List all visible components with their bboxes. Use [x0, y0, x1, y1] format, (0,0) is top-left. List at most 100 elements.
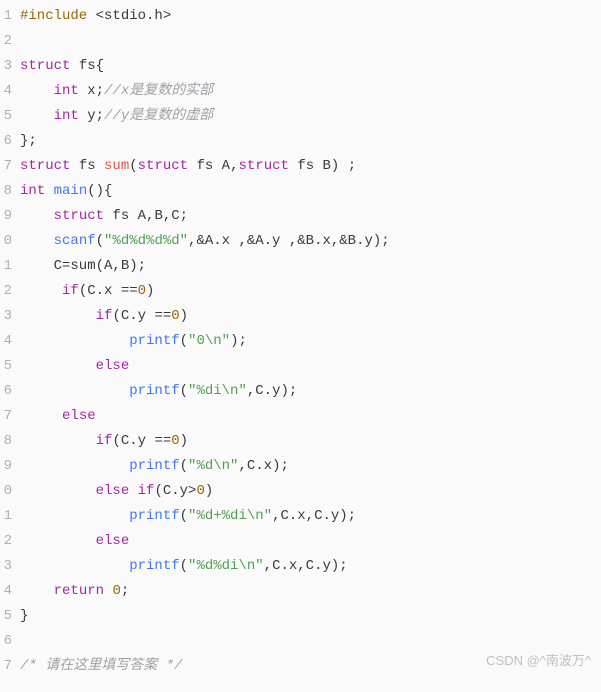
- line-number: 5: [0, 604, 12, 629]
- code-token: [20, 458, 129, 474]
- line-number: 4: [0, 579, 12, 604]
- line-number: 6: [0, 129, 12, 154]
- code-token: [20, 83, 54, 99]
- code-line: printf("0\n");: [20, 329, 601, 354]
- code-line: else: [20, 354, 601, 379]
- code-token: <stdio.h>: [87, 8, 171, 24]
- line-number: 8: [0, 429, 12, 454]
- code-token: struct: [20, 58, 70, 74]
- code-token: ): [180, 308, 188, 324]
- code-line: #include <stdio.h>: [20, 4, 601, 29]
- code-token: printf: [129, 558, 179, 574]
- code-content[interactable]: #include <stdio.h> struct fs{ int x;//x是…: [12, 0, 601, 683]
- line-number: 7: [0, 154, 12, 179]
- code-token: //y是复数的虚部: [104, 108, 213, 124]
- code-token: struct: [239, 158, 289, 174]
- code-token: (C.y>: [154, 483, 196, 499]
- code-token: [20, 308, 96, 324]
- code-token: (C.y ==: [112, 308, 171, 324]
- line-number: 3: [0, 304, 12, 329]
- code-token: (: [180, 558, 188, 574]
- code-token: [20, 408, 62, 424]
- code-token: );: [230, 333, 247, 349]
- code-token: C=sum(A,B);: [20, 258, 146, 274]
- code-line: printf("%d%di\n",C.x,C.y);: [20, 554, 601, 579]
- code-token: [20, 433, 96, 449]
- code-token: if: [138, 483, 155, 499]
- code-token: [20, 583, 54, 599]
- code-token: /* 请在这里填写答案 */: [20, 658, 182, 674]
- code-line: scanf("%d%d%d%d",&A.x ,&A.y ,&B.x,&B.y);: [20, 229, 601, 254]
- line-number: 2: [0, 529, 12, 554]
- code-token: (C.x ==: [79, 283, 138, 299]
- code-token: struct: [54, 208, 104, 224]
- line-number: 5: [0, 354, 12, 379]
- code-token: [20, 233, 54, 249]
- code-token: [129, 483, 137, 499]
- code-token: (: [180, 383, 188, 399]
- code-line: [20, 629, 601, 654]
- code-token: fs: [70, 158, 104, 174]
- code-token: ): [180, 433, 188, 449]
- code-token: [20, 108, 54, 124]
- line-number: 8: [0, 179, 12, 204]
- code-token: printf: [129, 458, 179, 474]
- code-token: ): [205, 483, 213, 499]
- code-token: ,C.y);: [247, 383, 297, 399]
- code-token: printf: [129, 383, 179, 399]
- code-line: else: [20, 404, 601, 429]
- line-number-gutter: 123456789012345678901234567: [0, 0, 12, 683]
- line-number: 7: [0, 404, 12, 429]
- code-token: [20, 483, 96, 499]
- line-number: 3: [0, 554, 12, 579]
- line-number: 6: [0, 379, 12, 404]
- code-token: (: [180, 458, 188, 474]
- code-token: "%d+%di\n": [188, 508, 272, 524]
- code-token: 0: [171, 433, 179, 449]
- code-line: if(C.y ==0): [20, 304, 601, 329]
- code-token: ): [146, 283, 154, 299]
- code-token: int: [20, 183, 45, 199]
- code-token: (: [129, 158, 137, 174]
- code-token: fs A,B,C;: [104, 208, 188, 224]
- code-token: if: [96, 308, 113, 324]
- code-token: struct: [138, 158, 188, 174]
- code-token: "%di\n": [188, 383, 247, 399]
- code-line: printf("%d+%di\n",C.x,C.y);: [20, 504, 601, 529]
- code-token: int: [54, 83, 79, 99]
- code-token: "0\n": [188, 333, 230, 349]
- line-number: 1: [0, 504, 12, 529]
- code-token: return: [54, 583, 104, 599]
- code-token: [20, 383, 129, 399]
- code-token: scanf: [54, 233, 96, 249]
- line-number: 0: [0, 479, 12, 504]
- code-line: C=sum(A,B);: [20, 254, 601, 279]
- code-token: }: [20, 608, 28, 624]
- code-line: if(C.x ==0): [20, 279, 601, 304]
- code-token: [20, 333, 129, 349]
- line-number: 3: [0, 54, 12, 79]
- code-token: (: [180, 508, 188, 524]
- code-token: "%d%di\n": [188, 558, 264, 574]
- code-token: [20, 558, 129, 574]
- line-number: 1: [0, 4, 12, 29]
- code-token: else: [96, 483, 130, 499]
- code-token: fs{: [70, 58, 104, 74]
- code-token: if: [62, 283, 79, 299]
- code-line: printf("%d\n",C.x);: [20, 454, 601, 479]
- code-token: "%d\n": [188, 458, 238, 474]
- code-line: struct fs{: [20, 54, 601, 79]
- code-line: int x;//x是复数的实部: [20, 79, 601, 104]
- line-number: 2: [0, 279, 12, 304]
- code-token: "%d%d%d%d": [104, 233, 188, 249]
- code-token: else: [96, 533, 130, 549]
- code-token: else: [62, 408, 96, 424]
- line-number: 6: [0, 629, 12, 654]
- line-number: 4: [0, 79, 12, 104]
- line-number: 9: [0, 204, 12, 229]
- code-token: [20, 508, 129, 524]
- code-token: ;: [121, 583, 129, 599]
- code-line: printf("%di\n",C.y);: [20, 379, 601, 404]
- line-number: 5: [0, 104, 12, 129]
- code-token: ,&A.x ,&A.y ,&B.x,&B.y);: [188, 233, 390, 249]
